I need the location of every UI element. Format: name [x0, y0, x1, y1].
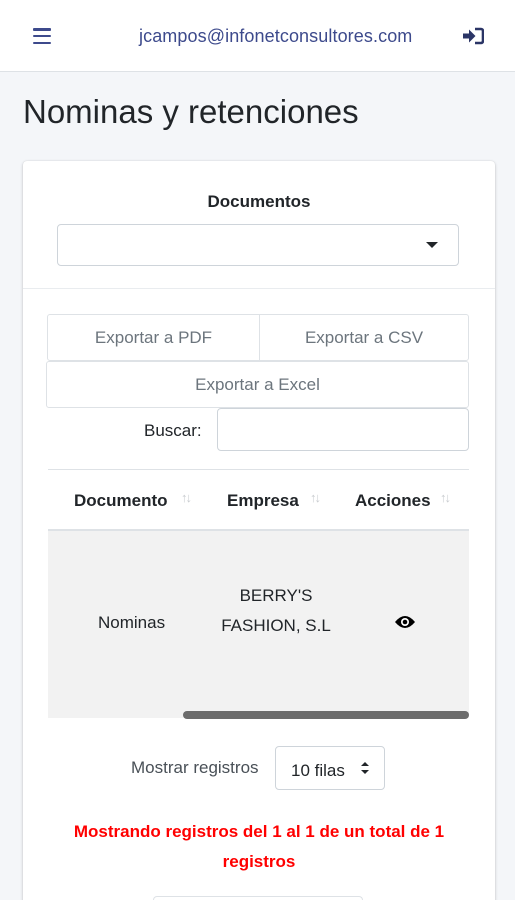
table-row: Nominas BERRY'S FASHION, S.L: [48, 531, 469, 718]
export-excel-button[interactable]: Exportar a Excel: [46, 361, 469, 408]
sort-icon[interactable]: ↑↓: [181, 490, 192, 505]
column-header-documento[interactable]: Documento: [74, 491, 168, 511]
sort-icon[interactable]: ↑↓: [440, 490, 451, 505]
column-header-acciones[interactable]: Acciones: [355, 491, 431, 511]
card-header: Documentos: [23, 161, 495, 289]
cell-documento: Nominas: [98, 613, 166, 632]
cell-empresa: BERRY'S FASHION, S.L: [221, 586, 331, 635]
export-csv-button[interactable]: Exportar a CSV: [259, 314, 469, 361]
column-header-empresa[interactable]: Empresa: [227, 491, 299, 511]
documents-label: Documentos: [207, 192, 311, 211]
user-email[interactable]: jcampos@infonetconsultores.com: [139, 26, 412, 47]
documents-table: Documento ↑↓ Empresa ↑↓ Acciones ↑↓ Nomi…: [48, 469, 469, 719]
rows-per-page-label: Mostrar registros: [131, 758, 259, 777]
records-info: Mostrando registros del 1 al 1 de un tot…: [73, 822, 445, 871]
rows-per-page-select[interactable]: 10 filas: [275, 746, 385, 790]
page-title: Nominas y retenciones: [23, 93, 359, 130]
hamburger-icon[interactable]: [33, 28, 51, 44]
eye-icon[interactable]: [394, 615, 416, 629]
rows-per-page-value: 10 filas: [291, 761, 345, 780]
table-header: Documento ↑↓ Empresa ↑↓ Acciones ↑↓: [48, 469, 469, 531]
updown-chevron-icon: [361, 762, 369, 774]
horizontal-scrollbar[interactable]: [183, 711, 469, 719]
documents-select[interactable]: [57, 224, 459, 266]
top-navbar: jcampos@infonetconsultores.com: [0, 0, 515, 72]
search-input[interactable]: [217, 408, 469, 451]
search-label: Buscar:: [144, 421, 202, 440]
export-pdf-button[interactable]: Exportar a PDF: [47, 314, 260, 361]
documents-card: Documentos Exportar a PDF Exportar a CSV…: [23, 161, 495, 900]
sort-icon[interactable]: ↑↓: [310, 490, 321, 505]
logout-icon[interactable]: [462, 27, 484, 45]
pagination-controls[interactable]: [153, 896, 363, 900]
caret-down-icon: [426, 242, 438, 248]
